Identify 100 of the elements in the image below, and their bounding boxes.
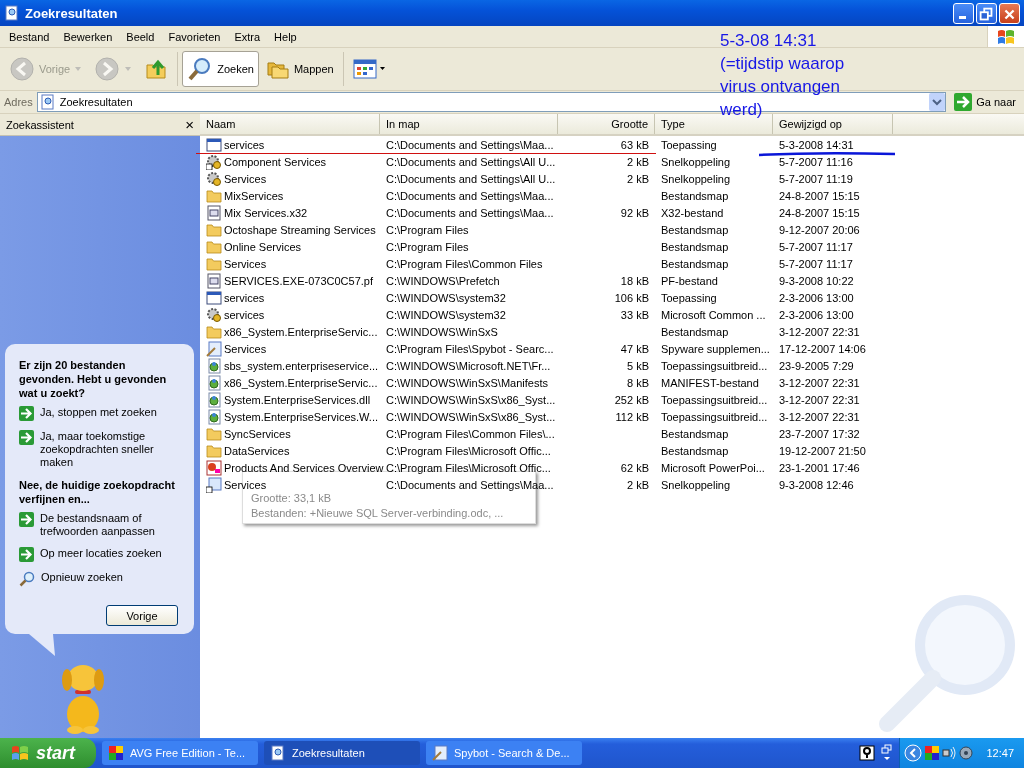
assistant-option[interactable]: Ja, maar toekomstige zoekopdrachten sneller maken [40, 430, 178, 469]
file-type: Toepassing [660, 138, 718, 151]
menu-item[interactable]: Beeld [119, 30, 162, 43]
back-button[interactable]: Vorige [106, 605, 178, 626]
antivirus-tray-icon[interactable] [925, 746, 940, 760]
folder-path: C:\Program Files [385, 223, 470, 236]
folder-path: C:\Program Files\Microsoft Offic... [385, 444, 552, 457]
network-icon[interactable] [942, 746, 957, 760]
assistant-option[interactable]: De bestandsnaam of trefwoorden aanpassen [40, 512, 178, 538]
modified-date: 19-12-2007 21:50 [778, 444, 867, 457]
dropdown-icon[interactable] [929, 93, 946, 111]
folder-path: C:\Program Files\Spybot - Searc... [385, 342, 555, 355]
column-header[interactable]: Gewijzigd op [773, 114, 893, 134]
address-label: Adres [4, 96, 33, 108]
modified-date: 9-12-2007 20:06 [778, 223, 861, 236]
file-name[interactable]: MixServices [224, 189, 284, 202]
arrow-icon [954, 93, 973, 111]
modified-date: 24-8-2007 15:15 [778, 189, 861, 202]
file-type: MANIFEST-bestand [660, 376, 760, 389]
help-icon[interactable] [859, 745, 876, 761]
library-file-icon [206, 408, 222, 425]
file-name[interactable]: x86_System.EnterpriseServic... [224, 325, 378, 338]
arrow-icon [19, 406, 34, 421]
close-button[interactable] [999, 2, 1020, 24]
file-name[interactable]: Online Services [224, 240, 302, 253]
menu-item[interactable]: Extra [227, 30, 268, 43]
file-name[interactable]: DataServices [224, 444, 290, 457]
folder-path: C:\WINDOWS\WinSxS [385, 325, 499, 338]
file-name[interactable]: services [224, 138, 265, 151]
taskbar-button[interactable]: AVG Free Edition - Te... [102, 741, 258, 765]
file-size: 92 kB [620, 206, 649, 219]
column-header[interactable]: Grootte [558, 114, 655, 134]
modified-date: 5-3-2008 14:31 [778, 138, 855, 151]
file-name[interactable]: Products And Services Overview [224, 461, 384, 474]
folder-path: C:\WINDOWS\system32 [385, 291, 507, 304]
menu-item[interactable]: Bewerken [56, 30, 120, 43]
folder-path: C:\Documents and Settings\Maa... [385, 189, 555, 202]
modified-date: 24-8-2007 15:15 [778, 206, 861, 219]
file-name[interactable]: System.EnterpriseServices.dll [224, 393, 371, 406]
file-type: Toepassingsuitbreid... [660, 393, 769, 406]
folders-button[interactable]: Mappen [260, 51, 339, 87]
file-name[interactable]: Services [224, 478, 267, 491]
file-type: Microsoft PowerPoi... [660, 461, 766, 474]
column-header[interactable]: Naam [200, 114, 380, 134]
file-size: 8 kB [627, 376, 649, 389]
file-name[interactable]: SERVICES.EXE-073C0C57.pf [224, 274, 373, 287]
file-name[interactable]: services [224, 308, 265, 321]
gear-icon [206, 170, 222, 187]
file-size: 106 kB [614, 291, 649, 304]
restore-button[interactable] [976, 2, 997, 24]
file-name[interactable]: Octoshape Streaming Services [224, 223, 376, 236]
search-window-icon [270, 745, 286, 761]
file-name[interactable]: Services [224, 257, 267, 270]
taskbar-button[interactable]: Zoekresultaten [264, 741, 420, 765]
file-icon [206, 272, 222, 289]
file-name[interactable]: Mix Services.x32 [224, 206, 308, 219]
file-name[interactable]: x86_System.EnterpriseServic... [224, 376, 378, 389]
column-header[interactable]: In map [380, 114, 558, 134]
taskbar-button[interactable]: Spybot - Search & De... [426, 741, 582, 765]
file-name[interactable]: Services [224, 342, 267, 355]
modified-date: 3-12-2007 22:31 [778, 376, 861, 389]
restore-icon[interactable] [881, 744, 894, 762]
folder-path: C:\WINDOWS\system32 [385, 308, 507, 321]
file-name[interactable]: Component Services [224, 155, 327, 168]
file-size: 2 kB [627, 155, 649, 168]
minimize-button[interactable] [953, 2, 974, 24]
file-size: 47 kB [620, 342, 649, 355]
search-button[interactable]: Zoeken [182, 51, 259, 87]
application-icon [206, 136, 222, 153]
file-name[interactable]: SyncServices [224, 427, 291, 440]
file-type: Bestandsmap [660, 444, 730, 457]
file-name[interactable]: Services [224, 172, 267, 185]
close-panel-button[interactable]: × [185, 117, 194, 132]
modified-date: 5-7-2007 11:16 [778, 155, 854, 168]
menu-item[interactable]: Bestand [2, 30, 57, 43]
folder-path: C:\WINDOWS\Prefetch [385, 274, 501, 287]
file-icon [206, 204, 222, 221]
file-name[interactable]: services [224, 291, 265, 304]
search-icon [19, 571, 35, 587]
modified-date: 5-7-2007 11:17 [778, 240, 854, 253]
speaker-icon[interactable] [959, 746, 974, 760]
antivirus-icon [108, 745, 124, 761]
menu-item[interactable]: Help [267, 30, 304, 43]
go-button[interactable]: Ga naar [950, 93, 1020, 111]
file-type: Snelkoppeling [660, 478, 732, 491]
presentation-icon [206, 459, 222, 476]
menu-item[interactable]: Favorieten [161, 30, 228, 43]
expand-tray-icon[interactable] [904, 744, 923, 762]
file-size: 2 kB [627, 172, 649, 185]
file-size: 18 kB [620, 274, 649, 287]
assistant-option[interactable]: Opnieuw zoeken [41, 571, 123, 584]
file-name[interactable]: sbs_system.enterpriseservice... [224, 359, 379, 372]
assistant-option[interactable]: Ja, stoppen met zoeken [40, 406, 157, 419]
assistant-question: Er zijn 20 bestanden gevonden. Hebt u gevonden wat u zoekt? [19, 358, 168, 400]
file-type: Microsoft Common ... [660, 308, 767, 321]
document-icon [432, 745, 448, 761]
file-name[interactable]: System.EnterpriseServices.W... [224, 410, 379, 423]
file-size: 2 kB [627, 478, 649, 491]
folder-icon [206, 425, 222, 442]
assistant-option[interactable]: Op meer locaties zoeken [40, 547, 162, 560]
